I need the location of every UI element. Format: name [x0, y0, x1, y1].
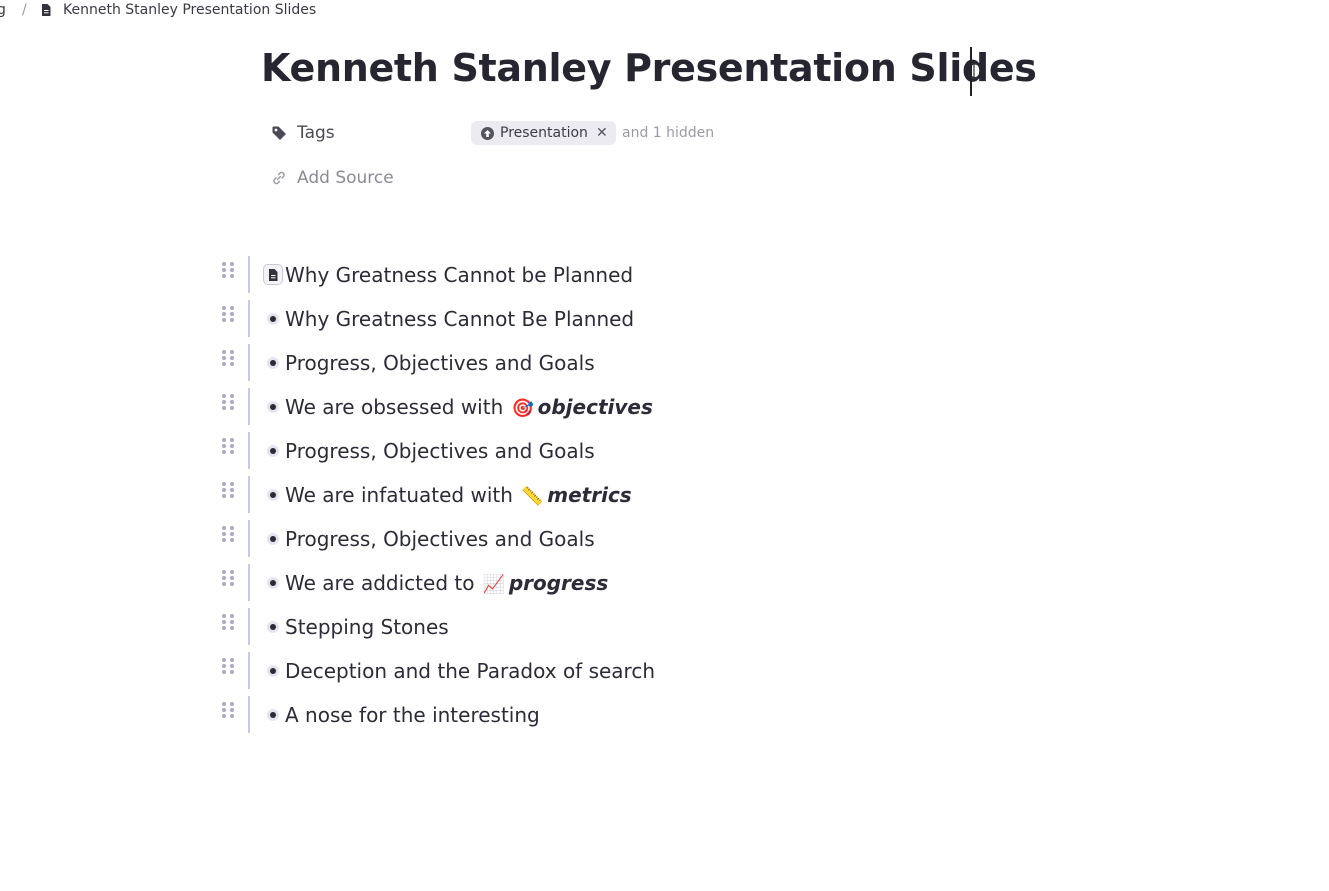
- list-item[interactable]: We are infatuated with 📏 metrics: [220, 473, 920, 517]
- indent-rail: [248, 476, 250, 513]
- item-text[interactable]: A nose for the interesting: [285, 703, 540, 727]
- drag-handle-icon[interactable]: [222, 702, 234, 718]
- breadcrumb-separator: /: [22, 2, 27, 18]
- indent-rail: [248, 564, 250, 601]
- breadcrumb-current[interactable]: Kenneth Stanley Presentation Slides: [63, 2, 316, 18]
- list-item[interactable]: Stepping Stones: [220, 605, 920, 649]
- bullet-icon[interactable]: [267, 445, 279, 457]
- drag-handle-icon[interactable]: [222, 350, 234, 366]
- item-text[interactable]: We are addicted to 📈 progress: [285, 571, 608, 595]
- drag-handle-icon[interactable]: [222, 306, 234, 322]
- indent-rail: [248, 432, 250, 469]
- bullet-icon[interactable]: [267, 313, 279, 325]
- drag-handle-icon[interactable]: [222, 482, 234, 498]
- item-text[interactable]: Progress, Objectives and Goals: [285, 527, 595, 551]
- indent-rail: [248, 520, 250, 557]
- document-icon: [42, 4, 51, 16]
- list-item[interactable]: We are obsessed with 🎯 objectives: [220, 385, 920, 429]
- document-icon[interactable]: [263, 264, 283, 285]
- page-title[interactable]: Kenneth Stanley Presentation Slides: [261, 46, 1037, 90]
- drag-handle-icon[interactable]: [222, 438, 234, 454]
- bullet-icon[interactable]: [267, 709, 279, 721]
- tags-property[interactable]: Tags: [270, 121, 335, 145]
- item-text[interactable]: We are obsessed with 🎯 objectives: [285, 395, 653, 419]
- bullet-icon[interactable]: [267, 533, 279, 545]
- list-item[interactable]: We are addicted to 📈 progress: [220, 561, 920, 605]
- tags-label: Tags: [297, 123, 335, 143]
- ibeam-cursor-icon: [971, 63, 977, 79]
- drag-handle-icon[interactable]: [222, 526, 234, 542]
- item-emphasis: objectives: [537, 395, 653, 419]
- item-emphasis: metrics: [547, 483, 632, 507]
- bullet-icon[interactable]: [267, 401, 279, 413]
- list-item[interactable]: Progress, Objectives and Goals: [220, 429, 920, 473]
- outline: Why Greatness Cannot be Planned Why Grea…: [220, 253, 920, 737]
- indent-rail: [248, 300, 250, 337]
- list-item[interactable]: Why Greatness Cannot be Planned: [220, 253, 920, 297]
- item-text[interactable]: Why Greatness Cannot be Planned: [285, 263, 633, 287]
- breadcrumb-parent[interactable]: g: [0, 2, 6, 18]
- hidden-tags-link[interactable]: and 1 hidden: [622, 125, 714, 141]
- bullet-icon[interactable]: [267, 357, 279, 369]
- drag-handle-icon[interactable]: [222, 394, 234, 410]
- bullet-icon[interactable]: [267, 665, 279, 677]
- tag-up-arrow-icon: [481, 126, 494, 140]
- item-text[interactable]: Why Greatness Cannot Be Planned: [285, 307, 634, 331]
- indent-rail: [248, 388, 250, 425]
- list-item[interactable]: Why Greatness Cannot Be Planned: [220, 297, 920, 341]
- indent-rail: [248, 344, 250, 381]
- item-text[interactable]: Deception and the Paradox of search: [285, 659, 655, 683]
- chart-emoji-icon: 📈: [482, 574, 506, 595]
- list-item[interactable]: Deception and the Paradox of search: [220, 649, 920, 693]
- tag-label: Presentation: [500, 125, 588, 141]
- list-item[interactable]: Progress, Objectives and Goals: [220, 341, 920, 385]
- tag-icon: [270, 124, 288, 142]
- add-source-property[interactable]: Add Source: [270, 166, 394, 190]
- drag-handle-icon[interactable]: [222, 658, 234, 674]
- list-item[interactable]: A nose for the interesting: [220, 693, 920, 737]
- tag-chip-presentation[interactable]: Presentation ✕: [471, 121, 616, 145]
- item-text[interactable]: Stepping Stones: [285, 615, 449, 639]
- remove-tag-icon[interactable]: ✕: [596, 125, 608, 141]
- bullet-icon[interactable]: [267, 577, 279, 589]
- indent-rail: [248, 608, 250, 645]
- add-source-label: Add Source: [297, 168, 394, 188]
- target-emoji-icon: 🎯: [511, 398, 535, 419]
- drag-handle-icon[interactable]: [222, 570, 234, 586]
- item-emphasis: progress: [508, 571, 609, 595]
- drag-handle-icon[interactable]: [222, 614, 234, 630]
- drag-handle-icon[interactable]: [222, 262, 234, 278]
- bullet-icon[interactable]: [267, 621, 279, 633]
- link-icon: [270, 169, 288, 187]
- indent-rail: [248, 256, 250, 293]
- item-text[interactable]: Progress, Objectives and Goals: [285, 351, 595, 375]
- item-text[interactable]: Progress, Objectives and Goals: [285, 439, 595, 463]
- ruler-emoji-icon: 📏: [521, 486, 544, 507]
- indent-rail: [248, 696, 250, 733]
- item-text[interactable]: We are infatuated with 📏 metrics: [285, 483, 632, 507]
- list-item[interactable]: Progress, Objectives and Goals: [220, 517, 920, 561]
- bullet-icon[interactable]: [267, 489, 279, 501]
- indent-rail: [248, 652, 250, 689]
